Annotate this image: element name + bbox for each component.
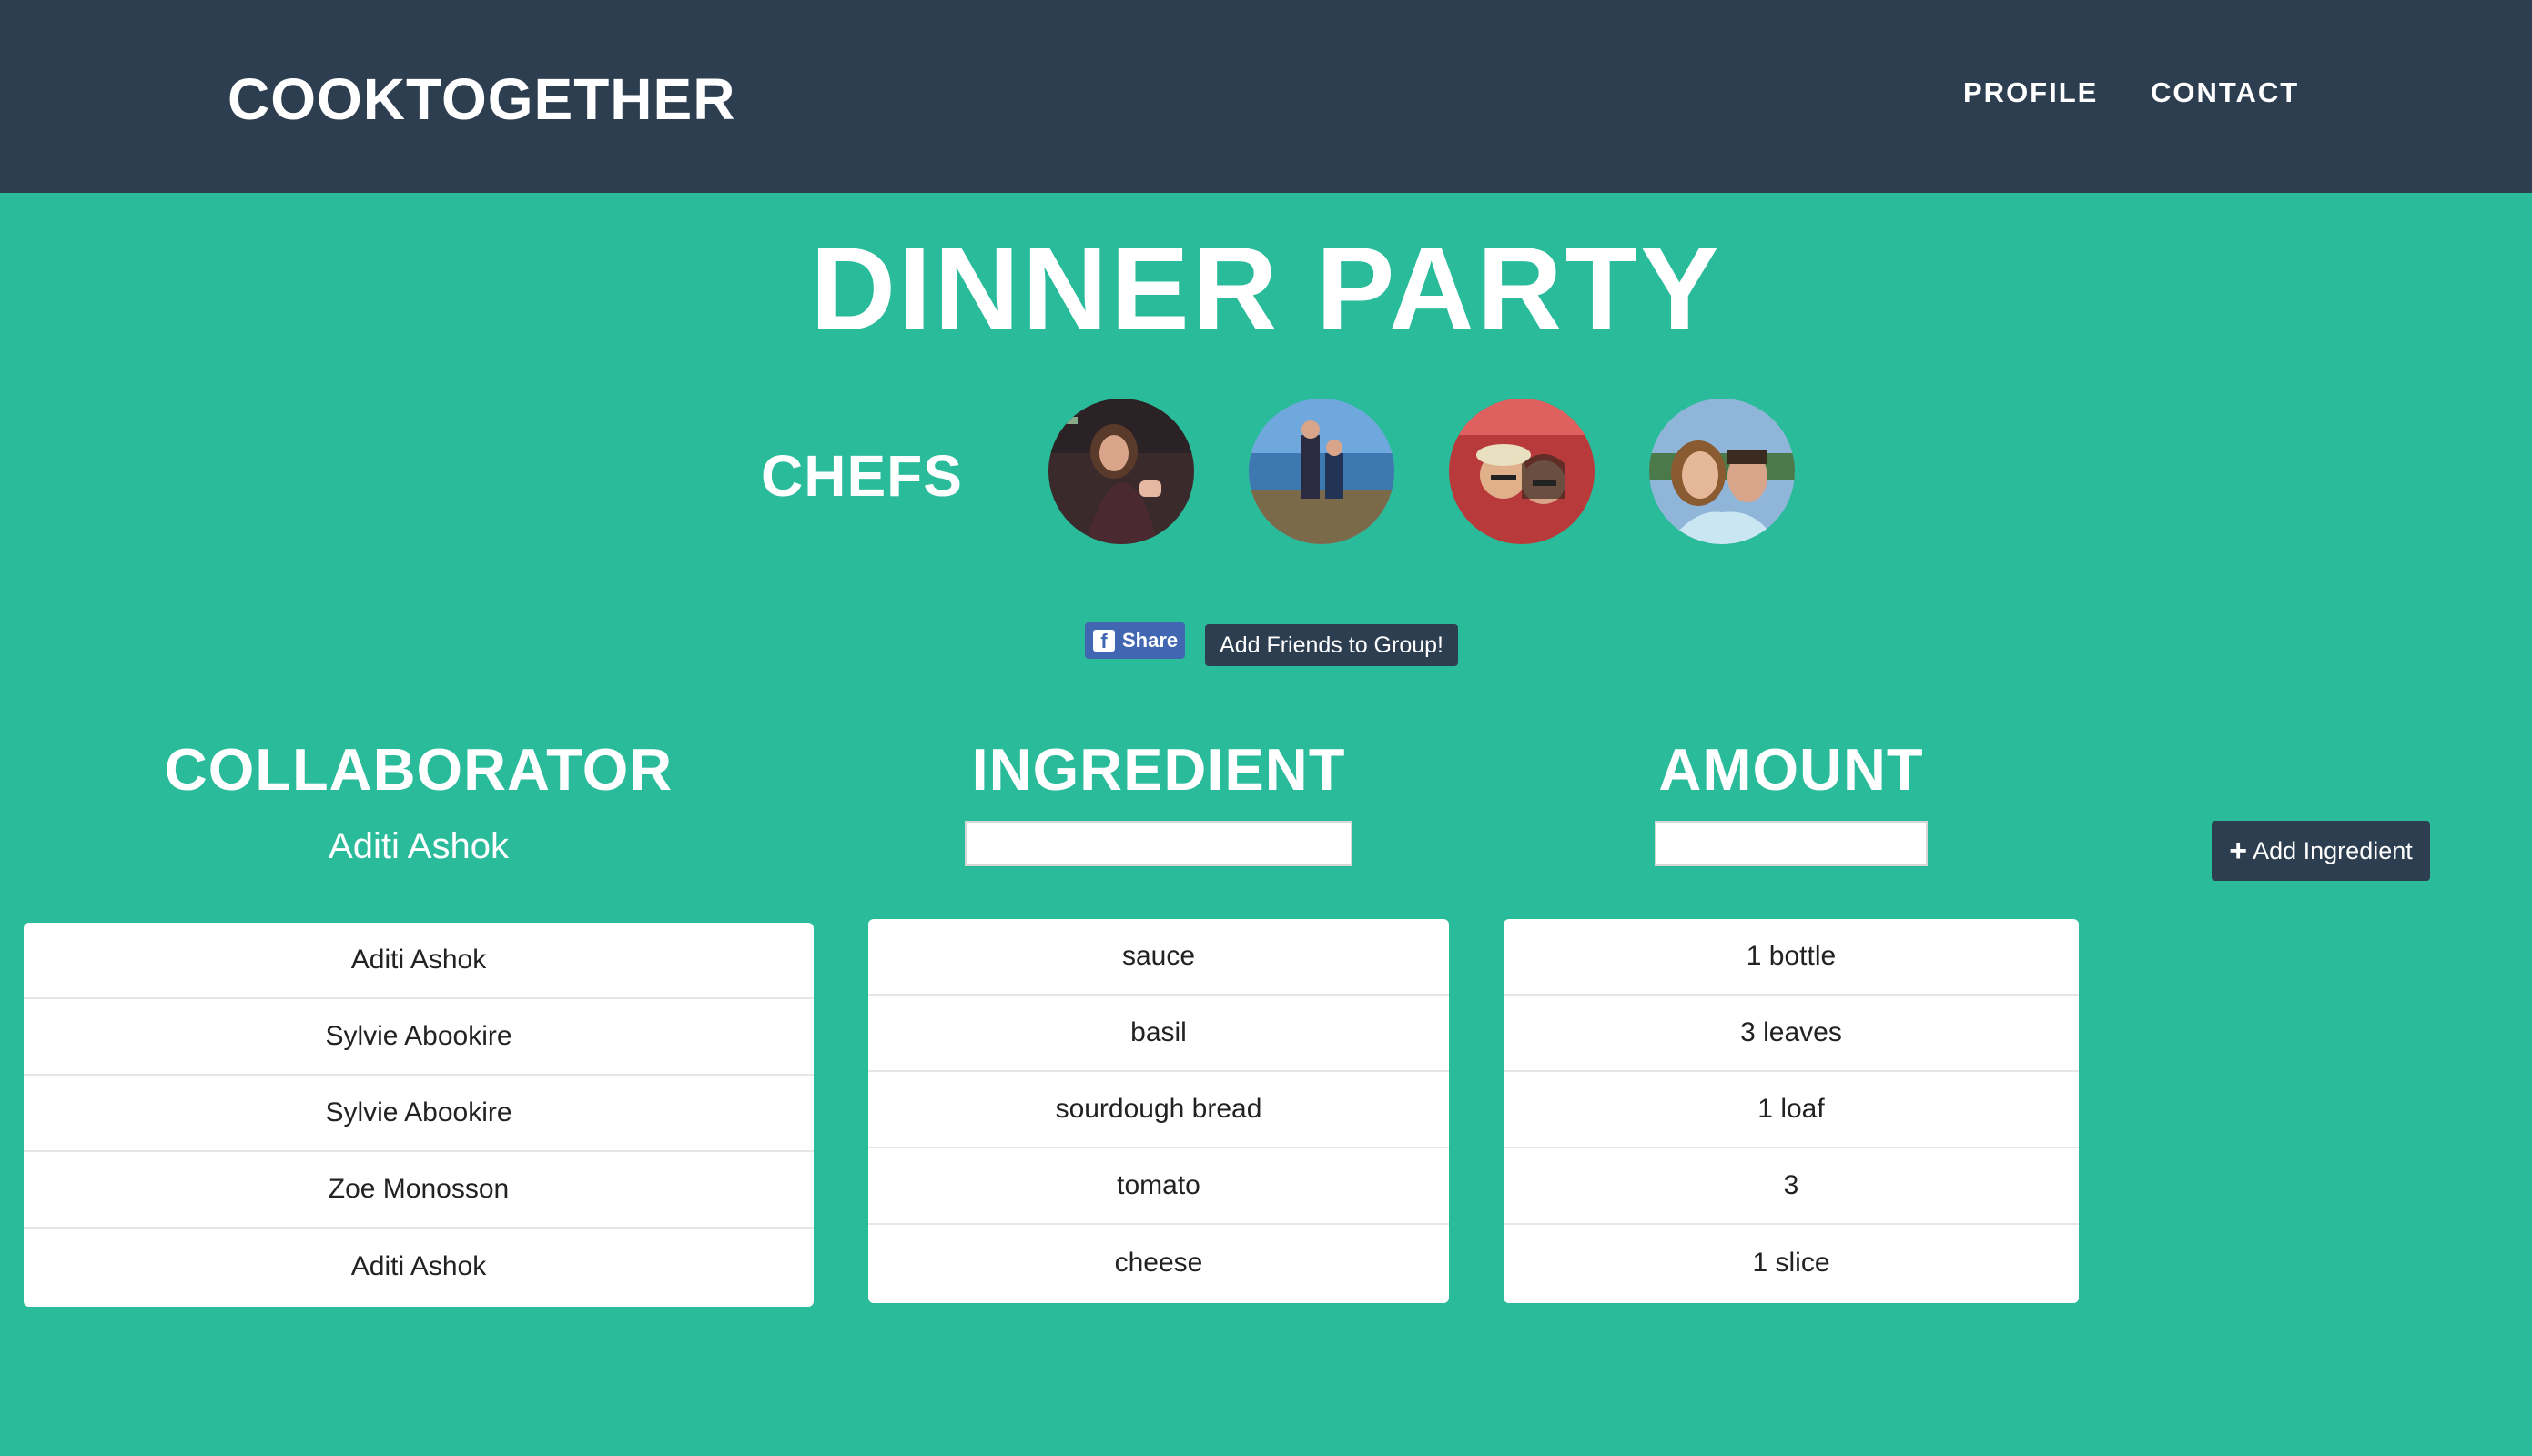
add-ingredient-button[interactable]: + Add Ingredient (2212, 821, 2430, 881)
list-item: 3 (1504, 1148, 2079, 1225)
chef-avatar-1[interactable] (1048, 399, 1194, 544)
amount-heading: AMOUNT (1658, 736, 1924, 803)
list-item: sauce (868, 919, 1449, 996)
amount-input[interactable] (1655, 821, 1928, 866)
list-item: tomato (868, 1148, 1449, 1225)
list-item: Sylvie Abookire (24, 999, 814, 1076)
brand-logo[interactable]: COOKTOGETHER (228, 66, 735, 133)
facebook-share-button[interactable]: f Share (1085, 622, 1185, 659)
list-item: Sylvie Abookire (24, 1076, 814, 1152)
plus-icon: + (2229, 833, 2248, 868)
nav-profile-link[interactable]: PROFILE (1963, 76, 2098, 109)
collaborator-heading: COLLABORATOR (164, 736, 674, 803)
amount-list: 1 bottle 3 leaves 1 loaf 3 1 slice (1504, 919, 2079, 1303)
list-item: cheese (1114, 1248, 1203, 1278)
list-item: 1 loaf (1504, 1072, 2079, 1148)
collaborator-list: Aditi Ashok Sylvie Abookire Sylvie Abook… (24, 923, 814, 1307)
ingredient-input[interactable] (965, 821, 1352, 866)
add-ingredient-label: Add Ingredient (2253, 836, 2413, 864)
page-title: DINNER PARTY (810, 222, 1722, 355)
list-item: sourdough bread (868, 1072, 1449, 1148)
facebook-share-label: Share (1122, 629, 1179, 652)
list-item: 1 bottle (1504, 919, 2079, 996)
add-friends-button[interactable]: Add Friends to Group! (1205, 624, 1458, 666)
list-item: Aditi Ashok (24, 923, 814, 999)
list-item: Aditi Ashok (350, 1251, 487, 1281)
facebook-icon: f (1093, 630, 1115, 652)
chef-avatar-4[interactable] (1649, 399, 1795, 544)
ingredient-heading: INGREDIENT (971, 736, 1346, 803)
list-item: 3 leaves (1504, 996, 2079, 1072)
chef-avatar-3[interactable] (1449, 399, 1595, 544)
ingredient-list: sauce basil sourdough bread tomato chees… (868, 919, 1449, 1303)
list-item: 1 slice (1752, 1248, 1830, 1278)
list-item: basil (868, 996, 1449, 1072)
navbar: COOKTOGETHER PROFILE CONTACT (0, 0, 2532, 193)
current-collaborator: Aditi Ashok (329, 826, 509, 866)
nav-contact-link[interactable]: CONTACT (2151, 76, 2299, 109)
chef-avatar-2[interactable] (1249, 399, 1394, 544)
list-item: Zoe Monosson (24, 1152, 814, 1228)
chefs-label: CHEFS (761, 443, 963, 509)
